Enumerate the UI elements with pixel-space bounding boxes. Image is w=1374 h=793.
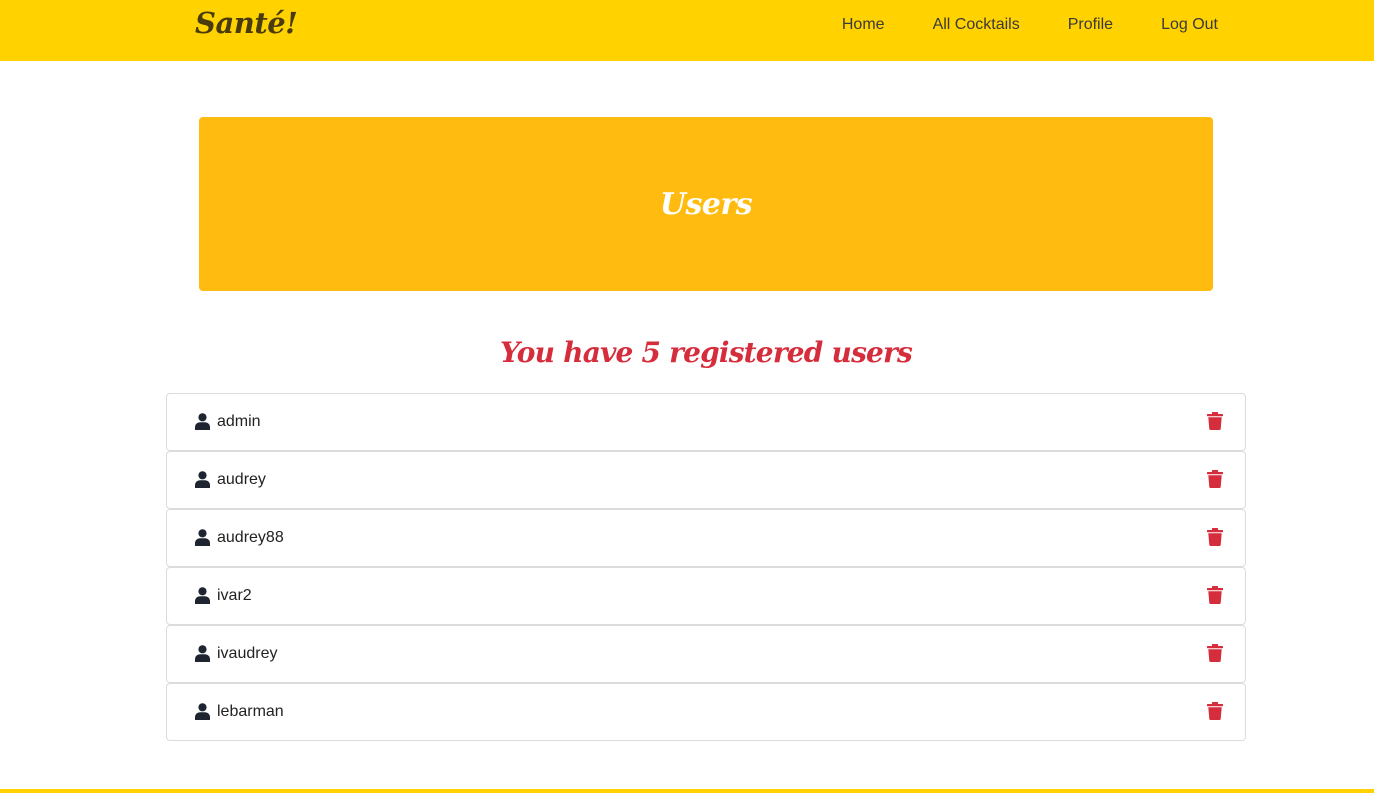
nav-all-cocktails-link[interactable]: All Cocktails <box>933 16 1020 34</box>
user-name: lebarman <box>217 703 284 720</box>
top-navbar: Santé! Home All Cocktails Profile Log Ou… <box>0 0 1374 61</box>
trash-icon[interactable] <box>1207 412 1223 430</box>
user-row: admin <box>166 393 1246 451</box>
trash-icon[interactable] <box>1207 586 1223 604</box>
user-icon <box>195 413 210 430</box>
trash-icon[interactable] <box>1207 470 1223 488</box>
user-icon <box>195 471 210 488</box>
user-row: audrey <box>166 451 1246 509</box>
user-list: admin audrey audrey88 ivar2 ivaudrey leb… <box>166 393 1246 741</box>
user-icon <box>195 645 210 662</box>
user-icon <box>195 703 210 720</box>
user-row: lebarman <box>166 683 1246 741</box>
user-name: audrey <box>217 471 266 488</box>
registered-users-heading: You have 5 registered users <box>500 336 913 369</box>
user-name: admin <box>217 413 261 430</box>
page-title: Users <box>659 186 753 222</box>
users-hero-banner: Users <box>199 117 1213 291</box>
user-name: ivaudrey <box>217 645 278 662</box>
nav-home-link[interactable]: Home <box>842 16 885 34</box>
user-icon <box>195 587 210 604</box>
trash-icon[interactable] <box>1207 644 1223 662</box>
user-row: ivar2 <box>166 567 1246 625</box>
trash-icon[interactable] <box>1207 702 1223 720</box>
nav-links: Home All Cocktails Profile Log Out <box>794 0 1218 50</box>
footer-divider <box>0 789 1374 793</box>
user-name: audrey88 <box>217 529 284 546</box>
user-name: ivar2 <box>217 587 252 604</box>
nav-log-out-link[interactable]: Log Out <box>1161 16 1218 34</box>
trash-icon[interactable] <box>1207 528 1223 546</box>
user-icon <box>195 529 210 546</box>
nav-profile-link[interactable]: Profile <box>1068 16 1113 34</box>
user-row: ivaudrey <box>166 625 1246 683</box>
user-row: audrey88 <box>166 509 1246 567</box>
brand-logo-link[interactable]: Santé! <box>195 6 298 40</box>
